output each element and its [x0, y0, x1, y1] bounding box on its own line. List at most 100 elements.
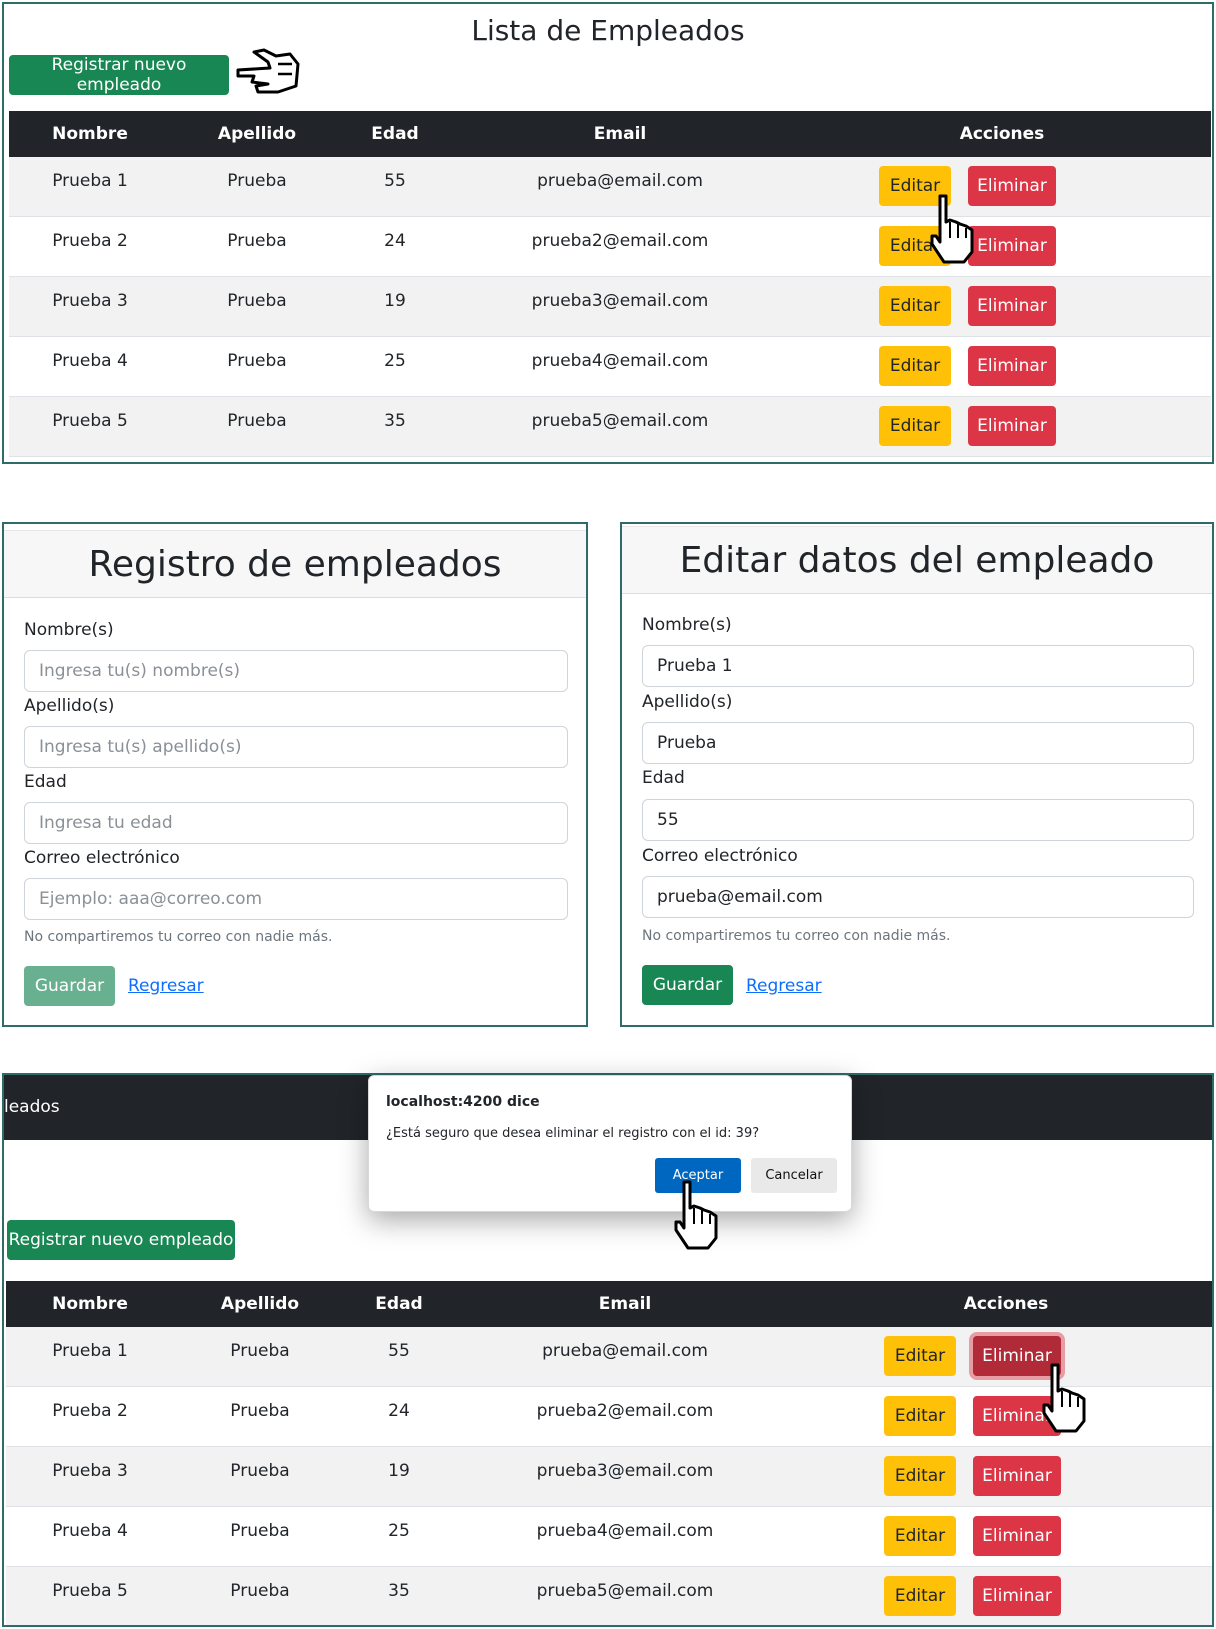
- cell-actions: Editar Eliminar: [793, 276, 1211, 337]
- cell-edad: 35: [343, 396, 447, 457]
- column-header-email: Email: [447, 111, 793, 157]
- edit-button[interactable]: Editar: [884, 1396, 956, 1436]
- cell-apellido: Prueba: [174, 1506, 346, 1567]
- cell-email: prueba3@email.com: [447, 276, 793, 337]
- cell-edad: 55: [343, 157, 447, 217]
- name-input[interactable]: [24, 650, 568, 692]
- age-input[interactable]: 55: [642, 799, 1194, 841]
- delete-button[interactable]: Eliminar: [973, 1456, 1061, 1496]
- table-row: Prueba 1 Prueba 55 prueba@email.com Edit…: [9, 157, 1211, 217]
- new-employee-button[interactable]: Registrar nuevo empleado: [7, 1220, 235, 1260]
- cancel-button[interactable]: Cancelar: [751, 1158, 837, 1193]
- cell-nombre: Prueba 1: [9, 157, 171, 217]
- cell-nombre: Prueba 5: [9, 396, 171, 457]
- cell-email: prueba5@email.com: [452, 1566, 798, 1625]
- cell-apellido: Prueba: [174, 1446, 346, 1507]
- cell-apellido: Prueba: [171, 216, 343, 277]
- age-label: Edad: [642, 768, 685, 788]
- navbar-brand[interactable]: leados: [4, 1097, 60, 1117]
- save-button[interactable]: Guardar: [24, 966, 115, 1006]
- lastname-label: Apellido(s): [642, 692, 733, 712]
- table-row: Prueba 2 Prueba 24 prueba2@email.com Edi…: [9, 216, 1211, 277]
- column-header-acciones: Acciones: [798, 1281, 1212, 1327]
- edit-button[interactable]: Editar: [884, 1336, 956, 1376]
- name-label: Nombre(s): [642, 615, 732, 635]
- delete-button[interactable]: Eliminar: [968, 406, 1056, 446]
- page-title: Lista de Empleados: [471, 14, 745, 47]
- table-header-row: Nombre Apellido Edad Email Acciones: [9, 111, 1211, 157]
- edit-button[interactable]: Editar: [879, 406, 951, 446]
- dialog-message: ¿Está seguro que desea eliminar el regis…: [386, 1126, 760, 1141]
- cell-actions: Editar Eliminar: [798, 1386, 1212, 1447]
- delete-button[interactable]: Eliminar: [973, 1336, 1061, 1376]
- email-input[interactable]: prueba@email.com: [642, 876, 1194, 918]
- age-label: Edad: [24, 772, 67, 792]
- table-row: Prueba 3 Prueba 19 prueba3@email.com Edi…: [6, 1446, 1212, 1507]
- cell-email: prueba4@email.com: [447, 336, 793, 397]
- cell-email: prueba5@email.com: [447, 396, 793, 457]
- new-employee-button[interactable]: Registrar nuevo empleado: [9, 55, 229, 95]
- cell-email: prueba3@email.com: [452, 1446, 798, 1507]
- table-row: Prueba 4 Prueba 25 prueba4@email.com Edi…: [9, 336, 1211, 397]
- table-row: Prueba 5 Prueba 35 prueba5@email.com Edi…: [9, 396, 1211, 457]
- delete-button[interactable]: Eliminar: [968, 226, 1056, 266]
- cell-apellido: Prueba: [171, 336, 343, 397]
- cell-edad: 25: [343, 336, 447, 397]
- edit-button[interactable]: Editar: [879, 346, 951, 386]
- cell-email: prueba@email.com: [447, 157, 793, 217]
- dialog-title: localhost:4200 dice: [386, 1094, 540, 1110]
- back-link[interactable]: Regresar: [128, 976, 204, 996]
- confirm-dialog: localhost:4200 dice ¿Está seguro que des…: [368, 1075, 852, 1212]
- cell-edad: 35: [346, 1566, 452, 1625]
- cell-actions: Editar Eliminar: [798, 1566, 1212, 1625]
- table-row: Prueba 2 Prueba 24 prueba2@email.com Edi…: [6, 1386, 1212, 1447]
- cell-actions: Editar Eliminar: [798, 1327, 1212, 1387]
- email-help-text: No compartiremos tu correo con nadie más…: [642, 928, 951, 944]
- delete-button[interactable]: Eliminar: [968, 166, 1056, 206]
- cell-actions: Editar Eliminar: [793, 396, 1211, 457]
- delete-button[interactable]: Eliminar: [973, 1516, 1061, 1556]
- edit-button[interactable]: Editar: [879, 166, 951, 206]
- cell-apellido: Prueba: [174, 1386, 346, 1447]
- edit-form-title: Editar datos del empleado: [622, 526, 1212, 594]
- cell-nombre: Prueba 1: [6, 1327, 174, 1387]
- lastname-input[interactable]: Prueba: [642, 722, 1194, 764]
- table-header-row: Nombre Apellido Edad Email Acciones: [6, 1281, 1212, 1327]
- email-label: Correo electrónico: [24, 848, 180, 868]
- edit-button[interactable]: Editar: [884, 1516, 956, 1556]
- back-link[interactable]: Regresar: [746, 976, 822, 996]
- age-input[interactable]: [24, 802, 568, 844]
- cell-nombre: Prueba 5: [6, 1566, 174, 1625]
- delete-button[interactable]: Eliminar: [968, 286, 1056, 326]
- cell-apellido: Prueba: [171, 396, 343, 457]
- delete-button[interactable]: Eliminar: [973, 1576, 1061, 1616]
- edit-button[interactable]: Editar: [884, 1576, 956, 1616]
- cell-actions: Editar Eliminar: [793, 336, 1211, 397]
- cell-email: prueba2@email.com: [447, 216, 793, 277]
- table-row: Prueba 3 Prueba 19 prueba3@email.com Edi…: [9, 276, 1211, 337]
- edit-button[interactable]: Editar: [884, 1456, 956, 1496]
- employee-table: Nombre Apellido Edad Email Acciones Prue…: [6, 1281, 1212, 1625]
- cell-actions: Editar Eliminar: [793, 216, 1211, 277]
- cell-edad: 55: [346, 1327, 452, 1387]
- edit-button[interactable]: Editar: [879, 226, 951, 266]
- column-header-acciones: Acciones: [793, 111, 1211, 157]
- cell-edad: 24: [343, 216, 447, 277]
- cell-apellido: Prueba: [174, 1327, 346, 1387]
- cell-apellido: Prueba: [171, 276, 343, 337]
- table-row: Prueba 1 Prueba 55 prueba@email.com Edit…: [6, 1327, 1212, 1387]
- accept-button[interactable]: Aceptar: [655, 1158, 741, 1193]
- register-form-title: Registro de empleados: [4, 530, 586, 598]
- cell-edad: 19: [346, 1446, 452, 1507]
- save-button[interactable]: Guardar: [642, 965, 733, 1005]
- lastname-input[interactable]: [24, 726, 568, 768]
- cell-actions: Editar Eliminar: [793, 157, 1211, 217]
- email-input[interactable]: [24, 878, 568, 920]
- edit-button[interactable]: Editar: [879, 286, 951, 326]
- name-label: Nombre(s): [24, 620, 114, 640]
- delete-button[interactable]: Eliminar: [973, 1396, 1061, 1436]
- cell-apellido: Prueba: [174, 1566, 346, 1625]
- delete-button[interactable]: Eliminar: [968, 346, 1056, 386]
- name-input[interactable]: Prueba 1: [642, 645, 1194, 687]
- edit-form-panel: Editar datos del empleado Nombre(s) Prue…: [620, 522, 1214, 1027]
